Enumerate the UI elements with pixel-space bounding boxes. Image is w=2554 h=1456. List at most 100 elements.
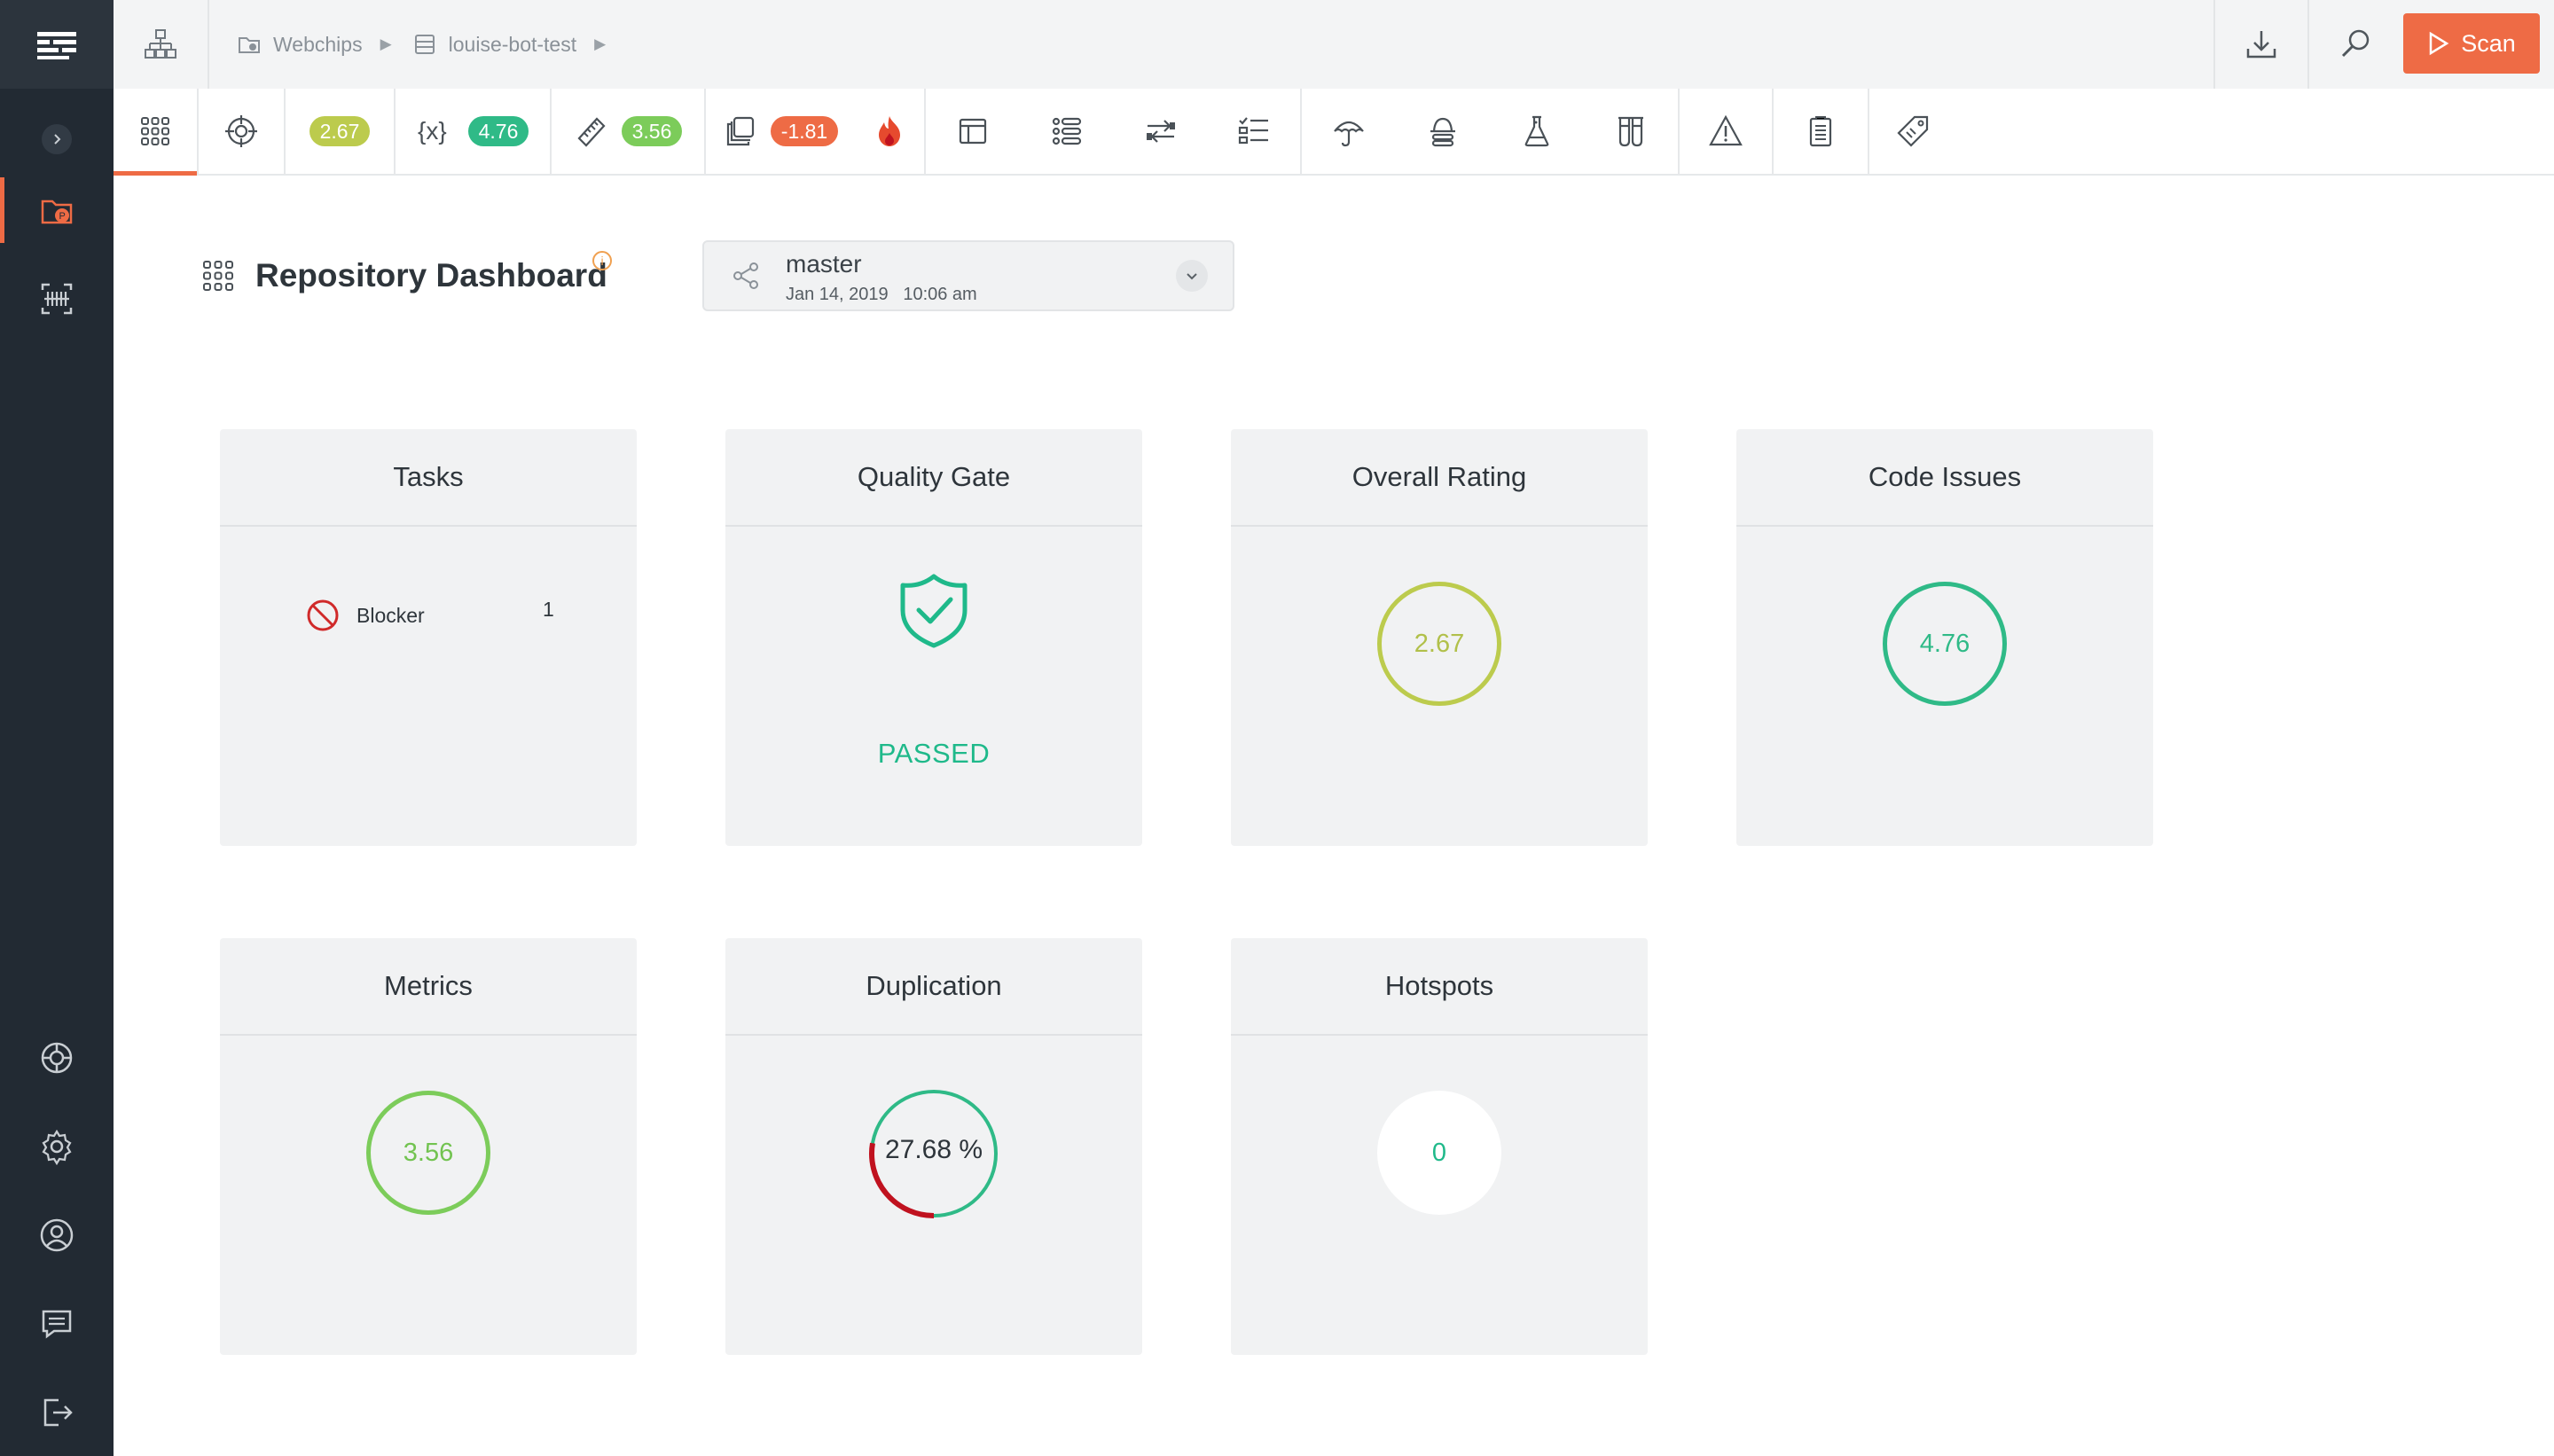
tab-duplication[interactable]: -1.81 [706, 89, 855, 174]
hotspots-card-title: Hotspots [1231, 938, 1648, 1036]
task-count: 1 [543, 598, 554, 621]
metrics-value: 3.56 [403, 1138, 454, 1167]
breadcrumb-org[interactable]: Webchips [238, 33, 363, 57]
tab-tests[interactable] [1490, 89, 1584, 174]
hierarchy-button[interactable] [114, 0, 209, 89]
overall-rating-card-title: Overall Rating [1231, 429, 1648, 527]
quality-gate-status: PASSED [877, 738, 991, 769]
breadcrumb-org-label: Webchips [273, 32, 363, 56]
svg-text:P: P [59, 211, 66, 222]
tab-code-issues[interactable]: {x} 4.76 [396, 89, 552, 174]
sidebar-item-logout[interactable] [0, 1380, 114, 1445]
tab-components[interactable] [1020, 89, 1114, 174]
tab-test-tubes[interactable] [1584, 89, 1680, 174]
sidebar-expand-button[interactable] [42, 124, 72, 154]
info-mark: i [600, 254, 604, 268]
clipboard-icon [1809, 116, 1832, 147]
code-issues-value: 4.76 [1919, 629, 1970, 658]
metrics-card[interactable]: Metrics 3.56 [220, 938, 637, 1355]
page-title: Repository Dashboard [255, 257, 607, 294]
list-icon [1052, 117, 1082, 145]
download-button[interactable] [2213, 0, 2307, 89]
tab-warnings[interactable] [1680, 89, 1774, 174]
tab-dashboard[interactable] [114, 89, 199, 176]
overall-rating-card[interactable]: Overall Rating 2.67 [1231, 429, 1648, 846]
repository-icon [414, 35, 435, 54]
tab-overall-rating[interactable]: 2.67 [286, 89, 396, 174]
ruler-icon [577, 117, 606, 147]
hotspots-circle: 0 [1377, 1091, 1501, 1215]
tab-metrics[interactable]: 3.56 [552, 89, 706, 174]
tag-icon [1897, 115, 1929, 147]
tab-targets[interactable] [199, 89, 286, 174]
quality-gate-card[interactable]: Quality Gate PASSED [725, 429, 1142, 846]
tab-coverage[interactable] [1302, 89, 1396, 174]
task-label: Blocker [356, 603, 425, 627]
page-header: Repository Dashboard [200, 257, 607, 294]
duplication-badge: -1.81 [770, 116, 839, 146]
hotspots-card[interactable]: Hotspots 0 [1231, 938, 1648, 1355]
duplication-value: 27.68 % [884, 1135, 983, 1164]
branch-date: Jan 14, 2019 10:06 am [786, 285, 977, 304]
tab-tags[interactable] [1869, 89, 1956, 174]
tab-hotspots[interactable] [855, 89, 926, 174]
shield-check-icon [900, 574, 968, 648]
sidebar-item-feedback[interactable] [0, 1291, 114, 1357]
spy-icon [1430, 117, 1455, 147]
play-icon [2429, 31, 2449, 56]
tab-files[interactable] [926, 89, 1020, 174]
scan-button-label: Scan [2461, 29, 2516, 57]
branch-selector[interactable]: master Jan 14, 2019 10:06 am [702, 240, 1234, 311]
variable-icon: {x} [418, 117, 447, 145]
scanner-icon [41, 283, 73, 315]
overall-rating-value: 2.67 [1414, 629, 1465, 658]
branch-name: master [786, 250, 862, 278]
sidebar-item-scanner[interactable] [0, 266, 114, 332]
metrics-card-title: Metrics [220, 938, 637, 1036]
breadcrumb: Webchips ▶ louise-bot-test ▶ [238, 0, 616, 89]
chat-icon [42, 1310, 72, 1339]
blocker-icon [307, 599, 339, 631]
chevron-right-icon [54, 134, 61, 145]
hierarchy-icon [145, 29, 176, 59]
fire-icon [879, 116, 900, 146]
tab-dependencies[interactable] [1114, 89, 1208, 174]
analysis-toolbar: 2.67 {x} 4.76 3.56 -1.81 [114, 89, 2554, 176]
info-icon[interactable]: i [592, 251, 612, 270]
sidebar-item-support[interactable] [0, 1025, 114, 1091]
logo-icon [37, 32, 76, 59]
checklist-icon [1238, 117, 1268, 145]
svg-text:{x}: {x} [418, 117, 447, 145]
download-icon [2246, 31, 2276, 59]
caret-right-icon: ▶ [380, 35, 392, 52]
top-bar: Webchips ▶ louise-bot-test ▶ Scan [114, 0, 2554, 89]
task-row-blocker[interactable]: Blocker [305, 598, 562, 633]
sidebar-item-account[interactable] [0, 1202, 114, 1268]
code-issues-card[interactable]: Code Issues 4.76 [1736, 429, 2153, 846]
tab-security[interactable] [1396, 89, 1490, 174]
tab-checklist[interactable] [1208, 89, 1302, 174]
sidebar-item-repositories[interactable]: P [0, 177, 114, 243]
caret-right-icon: ▶ [594, 35, 607, 52]
tab-reports[interactable] [1774, 89, 1869, 174]
breadcrumb-repo-label: louise-bot-test [448, 32, 577, 56]
tasks-card-title: Tasks [220, 429, 637, 527]
search-icon [2341, 29, 2370, 58]
transfer-icon [1147, 120, 1175, 143]
tasks-card[interactable]: Tasks Blocker 1 [220, 429, 637, 846]
gear-icon [42, 1129, 72, 1166]
grid-icon [141, 117, 169, 145]
warning-icon [1709, 114, 1743, 146]
app-logo[interactable] [0, 0, 114, 89]
search-button[interactable] [2307, 0, 2401, 89]
chevron-down-icon [1187, 273, 1197, 280]
duplication-card[interactable]: Duplication 27.68 % [725, 938, 1142, 1355]
layout-icon [959, 118, 987, 145]
sidebar-item-settings[interactable] [0, 1114, 114, 1179]
scan-button[interactable]: Scan [2403, 13, 2540, 74]
logout-icon [43, 1398, 73, 1427]
metrics-ring: 3.56 [366, 1091, 490, 1215]
breadcrumb-repo[interactable]: louise-bot-test [413, 33, 576, 57]
branch-dropdown-toggle[interactable] [1176, 260, 1208, 292]
copy-icon [726, 116, 754, 146]
